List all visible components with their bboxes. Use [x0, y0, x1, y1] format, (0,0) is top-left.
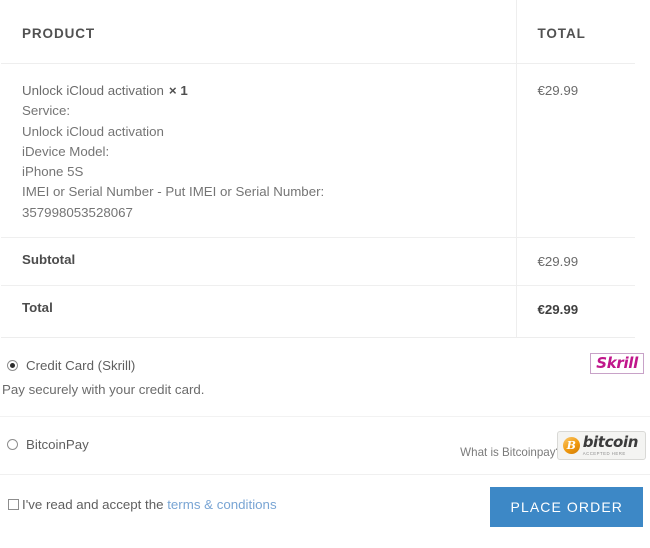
- terms-and-conditions-link[interactable]: terms & conditions: [167, 497, 276, 512]
- bitcoinpay-badge-row: What is Bitcoinpay? B bitcoin ACCEPTED H…: [390, 429, 650, 463]
- order-table-body: Unlock iCloud activation × 1 Service: Unl…: [1, 63, 635, 337]
- line-item-meta: iDevice Model:: [22, 143, 110, 159]
- radio-bitcoinpay[interactable]: [7, 438, 18, 450]
- subtotal-value: €29.99: [516, 237, 635, 286]
- bitcoin-logo-text: bitcoin: [582, 432, 639, 451]
- line-item-quantity: × 1: [168, 83, 188, 98]
- line-item-meta: 357998053528067: [22, 204, 133, 220]
- table-row: Unlock iCloud activation × 1 Service: Unl…: [1, 63, 635, 238]
- bitcoin-tagline: ACCEPTED HERE: [582, 450, 626, 456]
- line-item-meta: IMEI or Serial Number - Put IMEI or Seri…: [22, 184, 325, 200]
- bitcoin-coin-icon: B: [562, 437, 580, 455]
- line-item-details: Unlock iCloud activation × 1 Service: Unl…: [1, 63, 517, 238]
- line-item-price: €29.99: [537, 83, 579, 98]
- payment-method-header-skrill[interactable]: Credit Card (Skrill): [0, 358, 650, 373]
- payment-method-credit-card-skrill[interactable]: Credit Card (Skrill) Pay securely with y…: [0, 338, 650, 399]
- line-item-meta: Service:: [22, 103, 71, 119]
- terms-text: I've read and accept the terms & conditi…: [22, 497, 277, 512]
- checkout-review-order: PRODUCT TOTAL Unlock iCloud activation × …: [0, 0, 650, 545]
- skrill-logo-text: Skrill: [596, 353, 638, 372]
- payment-methods-list: Credit Card (Skrill) Pay securely with y…: [0, 338, 650, 460]
- payment-method-label-bitcoinpay: BitcoinPay: [26, 436, 89, 452]
- terms-checkbox[interactable]: [8, 498, 19, 510]
- column-header-total: TOTAL: [516, 0, 635, 64]
- radio-credit-card-skrill[interactable]: [7, 359, 18, 371]
- line-item-name: Unlock iCloud activation: [22, 83, 164, 98]
- place-order-button[interactable]: PLACE ORDER: [489, 486, 643, 527]
- order-table-header: PRODUCT TOTAL: [1, 0, 635, 64]
- payment-method-bitcoinpay[interactable]: BitcoinPay What is Bitcoinpay? B bitcoin…: [0, 415, 650, 460]
- payment-method-label-skrill: Credit Card (Skrill): [26, 357, 136, 373]
- terms-prefix: I've read and accept the: [22, 496, 168, 512]
- column-header-product: PRODUCT: [1, 0, 517, 64]
- skrill-logo-icon: Skrill: [590, 352, 644, 374]
- order-summary-table: PRODUCT TOTAL Unlock iCloud activation × …: [1, 0, 635, 337]
- checkout-footer: I've read and accept the terms & conditi…: [0, 473, 650, 548]
- bitcoin-symbol: B: [566, 439, 576, 453]
- terms-acceptance-row[interactable]: I've read and accept the terms & conditi…: [8, 497, 277, 512]
- bitcoinpay-help-link[interactable]: What is Bitcoinpay?: [460, 446, 562, 459]
- line-item-meta: iPhone 5S: [22, 164, 84, 180]
- table-header-row: PRODUCT TOTAL: [1, 0, 635, 64]
- total-value: €29.99: [516, 285, 635, 337]
- payment-method-description-skrill: Pay securely with your credit card.: [2, 381, 205, 397]
- bitcoin-accepted-here-icon: B bitcoin ACCEPTED HERE: [556, 430, 646, 460]
- subtotal-label: Subtotal: [1, 237, 517, 286]
- line-item-meta: Unlock iCloud activation: [22, 123, 164, 139]
- total-label: Total: [1, 285, 517, 337]
- table-row-total: Total €29.99: [1, 285, 635, 337]
- table-row-subtotal: Subtotal €29.99: [1, 237, 635, 286]
- bitcoin-wordmark: bitcoin ACCEPTED HERE: [582, 432, 639, 457]
